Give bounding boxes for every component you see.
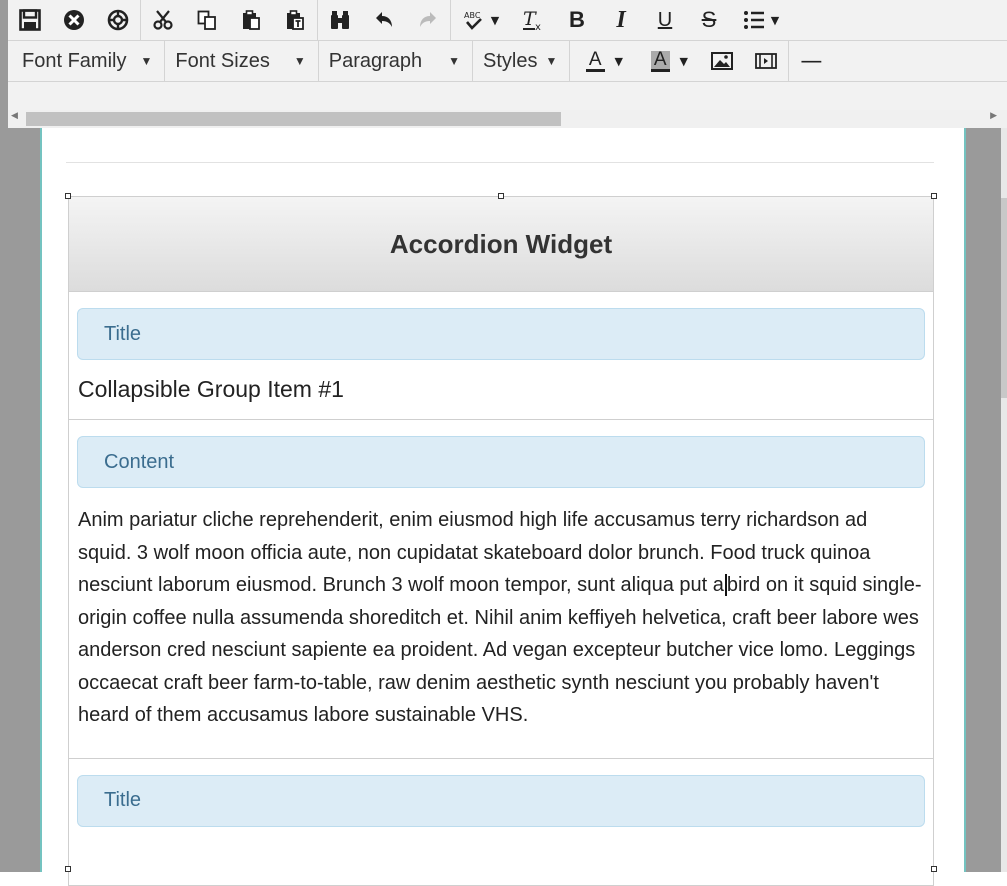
cut-icon[interactable]: [141, 0, 185, 40]
media-icon[interactable]: [744, 41, 788, 81]
svg-text:x: x: [535, 22, 541, 32]
toolbar-scrollbar[interactable]: ◀ ▶: [8, 110, 1007, 128]
widget-title: Accordion Widget: [69, 197, 933, 292]
bullet-list-icon[interactable]: ▼: [731, 0, 791, 40]
bold-icon[interactable]: B: [555, 0, 599, 40]
title-label: Title: [77, 308, 925, 360]
resize-handle[interactable]: [65, 866, 71, 872]
font-sizes-dropdown[interactable]: Font Sizes ▼: [165, 41, 317, 81]
content-text-after-cursor: bird on it squid single-origin coffee nu…: [78, 574, 922, 726]
toolbar-row-2: Font Family ▼ Font Sizes ▼ Paragraph ▼ S…: [8, 41, 1007, 82]
divider: [66, 162, 934, 163]
document-page[interactable]: Accordion Widget Title Collapsible Group…: [40, 128, 966, 886]
text-color-icon: A: [585, 50, 605, 72]
background-color-button[interactable]: A ▼: [638, 41, 700, 81]
background-color-icon: A: [650, 50, 670, 72]
chevron-down-icon: ▼: [448, 54, 461, 68]
vertical-scrollbar-thumb[interactable]: [1001, 198, 1007, 398]
spellcheck-icon[interactable]: ABC ▼: [451, 0, 511, 40]
find-icon[interactable]: [318, 0, 362, 40]
accordion-item-title-section[interactable]: Title Collapsible Group Item #1: [69, 292, 933, 420]
svg-text:ABC: ABC: [464, 11, 481, 20]
editor-canvas: Accordion Widget Title Collapsible Group…: [8, 128, 1007, 886]
item-title-text[interactable]: Collapsible Group Item #1: [77, 360, 925, 419]
paragraph-label: Paragraph: [328, 49, 423, 72]
resize-handle[interactable]: [931, 866, 937, 872]
scroll-left-icon[interactable]: ◀: [11, 111, 18, 121]
copy-icon[interactable]: [185, 0, 229, 40]
italic-icon[interactable]: I: [599, 0, 643, 40]
font-family-label: Font Family: [22, 49, 127, 72]
help-icon[interactable]: [96, 0, 140, 40]
font-sizes-label: Font Sizes: [175, 49, 270, 72]
resize-handle[interactable]: [498, 193, 504, 199]
save-icon[interactable]: [8, 0, 52, 40]
item-content-text[interactable]: Anim pariatur cliche reprehenderit, enim…: [77, 488, 925, 758]
clear-format-icon[interactable]: Tx: [511, 0, 555, 40]
paste-text-icon[interactable]: [273, 0, 317, 40]
vertical-scrollbar[interactable]: [1001, 128, 1007, 872]
content-label: Content: [77, 436, 925, 488]
chevron-down-icon: ▼: [679, 54, 688, 68]
strikethrough-icon[interactable]: S: [687, 0, 731, 40]
chevron-down-icon: ▼: [770, 13, 780, 27]
chevron-down-icon: ▼: [614, 54, 623, 68]
chevron-down-icon: ▼: [545, 54, 558, 68]
paragraph-dropdown[interactable]: Paragraph ▼: [319, 41, 472, 81]
styles-dropdown[interactable]: Styles ▼: [473, 41, 569, 81]
chevron-down-icon: ▼: [140, 54, 153, 68]
chevron-down-icon: ▼: [490, 13, 500, 27]
resize-handle[interactable]: [931, 193, 937, 199]
resize-handle[interactable]: [65, 193, 71, 199]
font-family-dropdown[interactable]: Font Family ▼: [8, 41, 164, 81]
scroll-right-icon[interactable]: ▶: [990, 111, 997, 121]
cancel-icon[interactable]: [52, 0, 96, 40]
image-icon[interactable]: [700, 41, 744, 81]
undo-icon[interactable]: [362, 0, 406, 40]
chevron-down-icon: ▼: [293, 54, 306, 68]
text-color-button[interactable]: A ▼: [570, 41, 638, 81]
redo-icon[interactable]: [406, 0, 450, 40]
accordion-widget[interactable]: Accordion Widget Title Collapsible Group…: [68, 196, 934, 886]
title-label: Title: [77, 774, 925, 827]
styles-label: Styles: [483, 49, 538, 72]
underline-icon[interactable]: U: [643, 0, 687, 40]
toolbar-overflow-area: [8, 82, 1007, 110]
horizontal-rule-icon[interactable]: —: [789, 41, 833, 81]
accordion-item-2-title-section[interactable]: Title: [69, 759, 933, 827]
accordion-item-content-section[interactable]: Content Anim pariatur cliche reprehender…: [69, 420, 933, 759]
paste-icon[interactable]: [229, 0, 273, 40]
toolbar-row-1: ABC ▼ Tx B I U S ▼: [8, 0, 1007, 41]
scrollbar-thumb[interactable]: [26, 112, 561, 126]
